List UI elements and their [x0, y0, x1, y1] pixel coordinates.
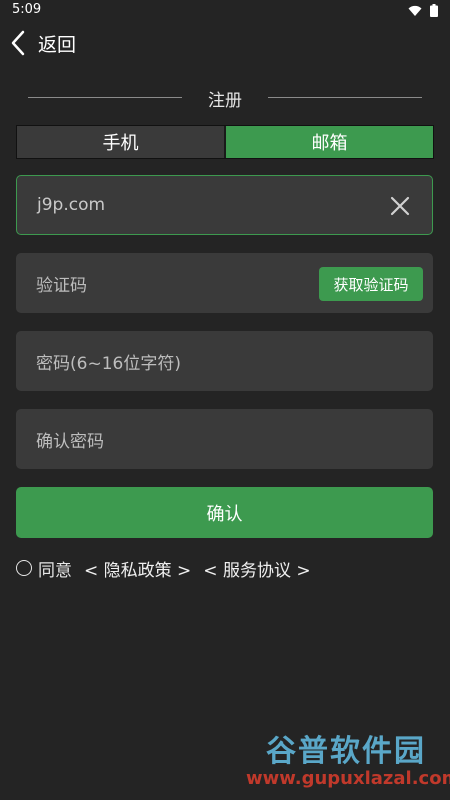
verification-code-input[interactable]: 验证码 — [36, 253, 87, 313]
page-title: 注册 — [208, 91, 242, 111]
terms-of-service-link[interactable]: < 服务协议 > — [203, 556, 310, 581]
back-label: 返回 — [38, 33, 77, 56]
tab-email[interactable]: 邮箱 — [226, 126, 433, 158]
status-time: 5:09 — [12, 2, 42, 17]
status-bar: 5:09 — [0, 0, 450, 22]
watermark-url: www.gupuxlazal.com — [246, 768, 450, 789]
section-title: 注册 — [0, 86, 450, 111]
wifi-icon — [408, 5, 422, 16]
tab-phone[interactable]: 手机 — [17, 126, 226, 158]
confirm-password-field[interactable]: 确认密码 — [16, 409, 433, 469]
back-button[interactable]: 返回 — [10, 28, 76, 58]
confirm-password-input[interactable]: 确认密码 — [36, 409, 104, 469]
email-field[interactable]: j9p.com — [16, 175, 433, 235]
battery-icon — [430, 4, 438, 17]
get-code-button[interactable]: 获取验证码 — [319, 267, 423, 301]
watermark-title: 谷普软件园 — [266, 734, 426, 769]
confirm-button[interactable]: 确认 — [16, 487, 433, 538]
email-input[interactable]: j9p.com — [37, 176, 105, 234]
agree-radio[interactable] — [16, 560, 32, 576]
agree-label: 同意 — [38, 560, 72, 581]
register-method-tabs: 手机 邮箱 — [16, 125, 434, 159]
agreement-row: 同意 < 隐私政策 > < 服务协议 > — [16, 556, 323, 581]
divider-right — [268, 97, 422, 98]
clear-icon[interactable] — [388, 194, 412, 218]
password-field[interactable]: 密码(6~16位字符) — [16, 331, 433, 391]
privacy-policy-link[interactable]: < 隐私政策 > — [84, 556, 191, 581]
verification-code-field[interactable]: 验证码 获取验证码 — [16, 253, 433, 313]
chevron-left-icon — [11, 30, 25, 56]
password-input[interactable]: 密码(6~16位字符) — [36, 331, 181, 391]
watermark: 谷普软件园 www.gupuxlazal.com — [246, 726, 450, 796]
status-icons — [408, 4, 438, 17]
